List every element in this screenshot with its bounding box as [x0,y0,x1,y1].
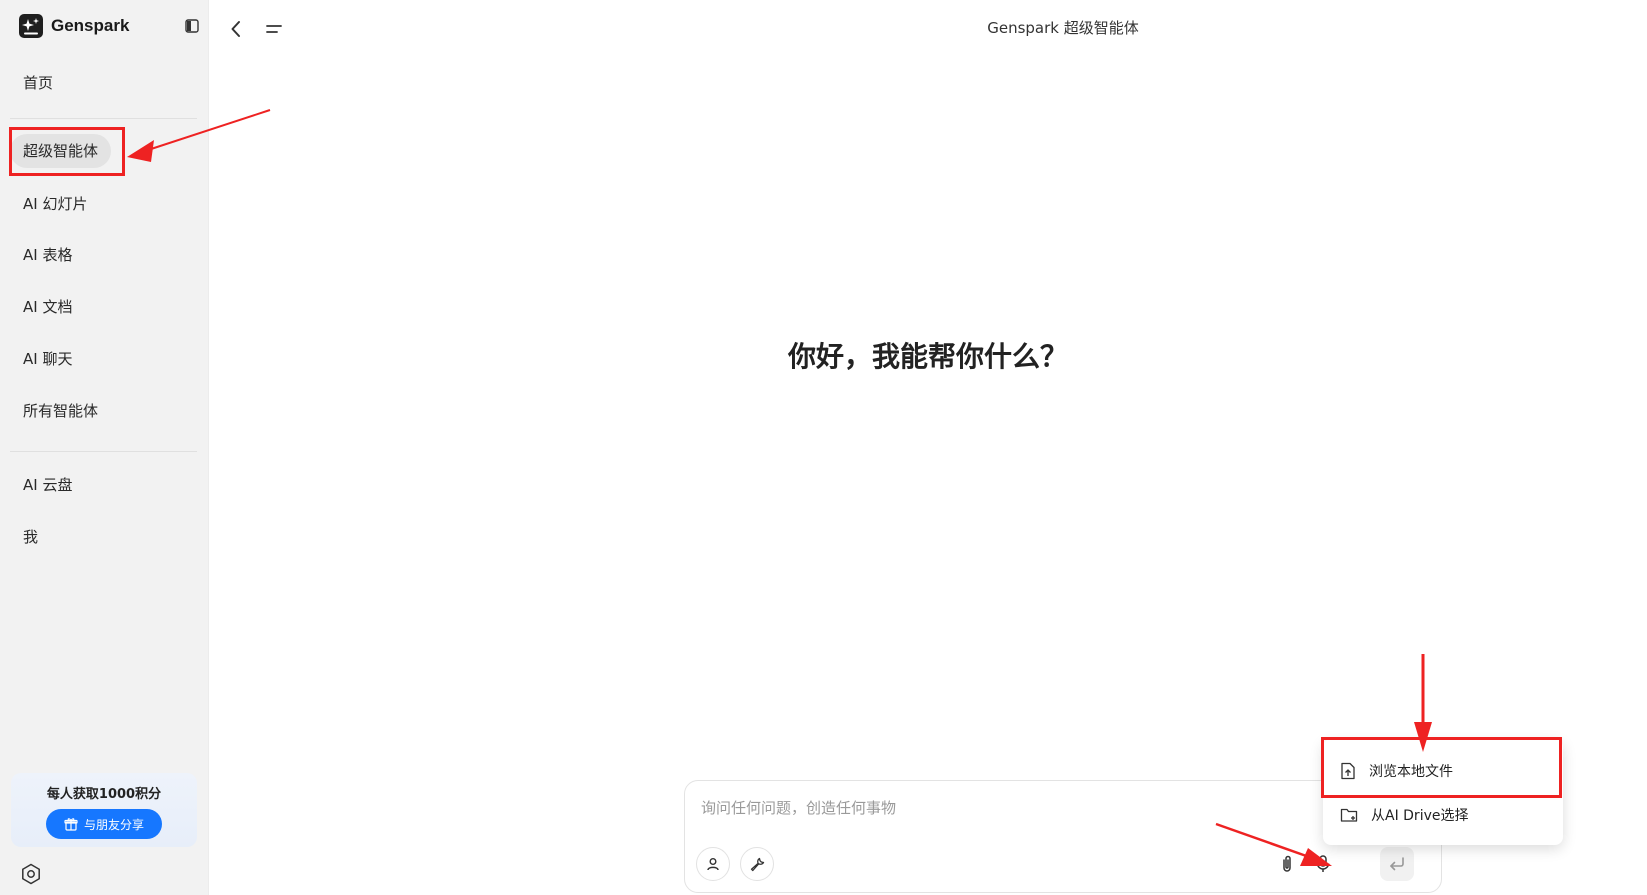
sidebar-divider [10,451,197,452]
sidebar-toggle-button[interactable] [185,18,199,37]
sidebar-item-super-agent[interactable]: 超级智能体 [10,134,112,168]
folder-icon [1340,808,1358,822]
choose-from-ai-drive-label: 从AI Drive选择 [1371,808,1469,824]
sidebar-item-me[interactable]: 我 [10,520,51,554]
share-with-friends-button[interactable]: 与朋友分享 [46,809,162,839]
annotation-arrow-to-browse-local [1414,654,1432,752]
logo-text: Genspark [51,16,130,35]
sidebar-toggle-icon [185,19,199,33]
gift-icon [64,818,78,831]
paperclip-icon [1283,855,1291,872]
microphone-icon [1316,855,1330,872]
chevron-left-icon [231,21,240,37]
logo[interactable]: Genspark [19,14,129,38]
sidebar-item-home[interactable]: 首页 [10,66,66,100]
attach-button[interactable] [1272,849,1302,879]
greeting-heading: 你好，我能帮你什么？ [787,340,1068,373]
prompt-input[interactable] [699,794,1263,822]
choose-from-ai-drive-option[interactable]: 从AI Drive选择 [1323,793,1563,837]
voice-input-button[interactable] [1308,849,1338,879]
attach-menu: 浏览本地文件 从AI Drive选择 [1323,739,1563,845]
sidebar-divider [10,118,197,119]
sidebar-item-ai-slides[interactable]: AI 幻灯片 [10,187,100,221]
sidebar-item-ai-drive[interactable]: AI 云盘 [10,468,85,502]
back-button[interactable] [230,19,242,43]
settings-button[interactable] [20,863,42,889]
sidebar: Genspark 首页 超级智能体 AI 幻灯片 AI 表格 AI 文档 AI … [0,0,209,895]
file-upload-icon [1341,762,1355,780]
person-icon [707,858,719,871]
wrench-icon [750,857,765,872]
sidebar-item-all-agents[interactable]: 所有智能体 [10,394,111,428]
sidebar-item-ai-chat[interactable]: AI 聊天 [10,342,85,376]
page-title: Genspark 超级智能体 [987,19,1139,37]
sidebar-item-ai-docs[interactable]: AI 文档 [10,290,85,324]
browse-local-files-label: 浏览本地文件 [1369,764,1453,780]
share-button-label: 与朋友分享 [83,817,144,832]
tools-button[interactable] [740,847,774,881]
menu-button[interactable] [265,21,283,41]
browse-local-files-option[interactable]: 浏览本地文件 [1323,749,1563,793]
referral-promo: 每人获取1000积分 与朋友分享 [11,773,197,847]
enter-icon [1390,857,1404,871]
genspark-logo-icon [19,14,43,38]
promo-title: 每人获取1000积分 [46,787,162,802]
persona-button[interactable] [696,847,730,881]
settings-icon [22,863,40,885]
send-button[interactable] [1380,847,1414,881]
menu-icon [266,25,282,33]
sidebar-item-ai-sheets[interactable]: AI 表格 [10,238,85,272]
